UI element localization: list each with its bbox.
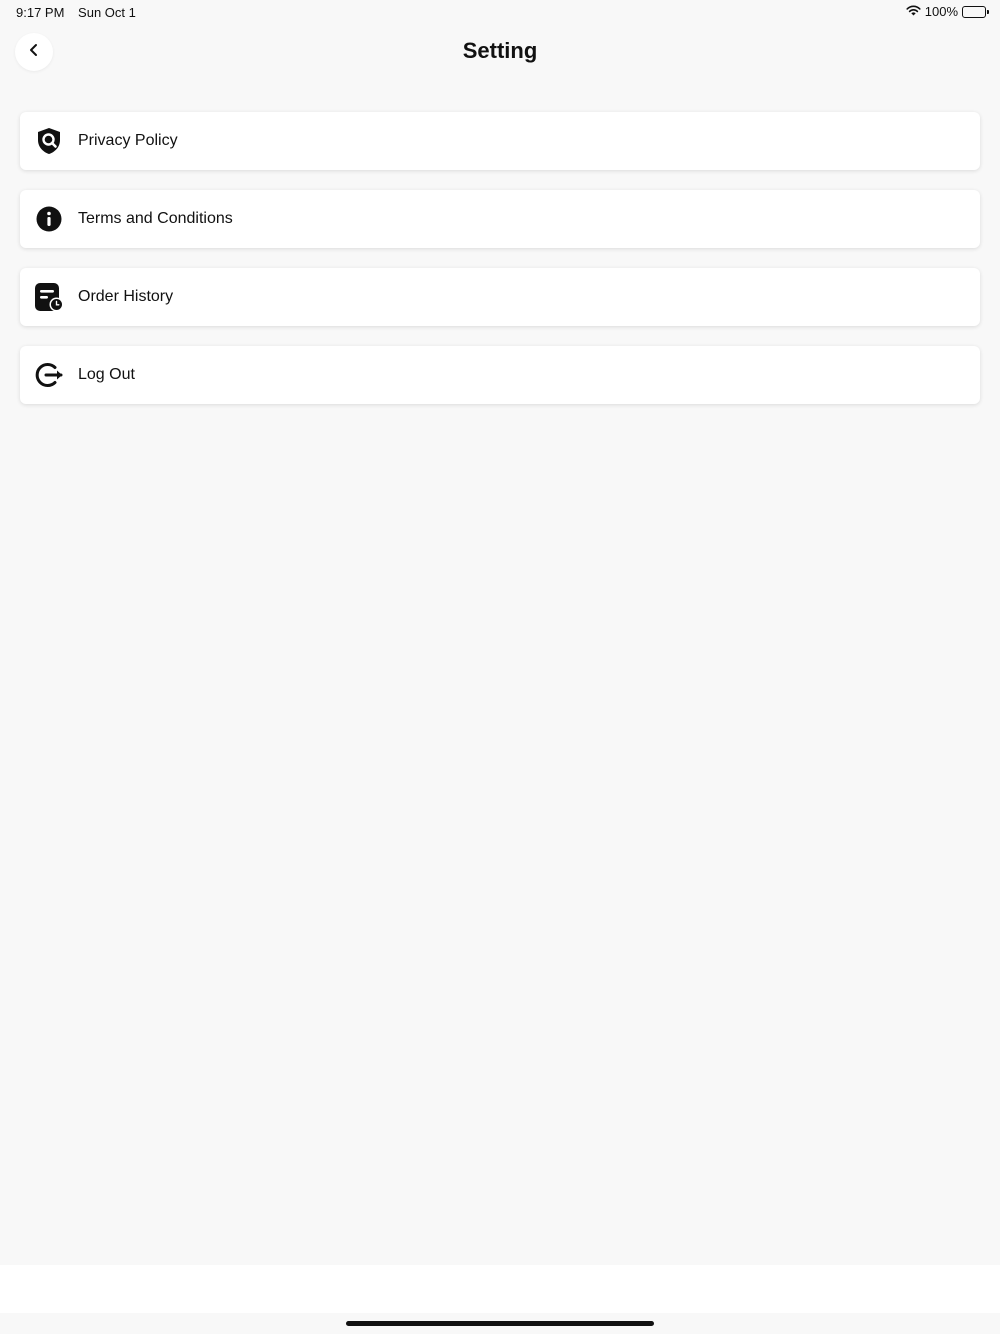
menu-item-log-out[interactable]: Log Out bbox=[20, 346, 980, 404]
settings-menu: Privacy Policy Terms and Conditions Orde… bbox=[20, 112, 980, 424]
status-left: 9:17 PM Sun Oct 1 bbox=[16, 5, 146, 20]
menu-item-label: Log Out bbox=[78, 366, 135, 383]
menu-item-label: Privacy Policy bbox=[78, 132, 178, 149]
order-history-icon bbox=[34, 282, 64, 312]
menu-item-label: Terms and Conditions bbox=[78, 210, 233, 227]
page-title: Setting bbox=[462, 38, 538, 63]
home-indicator[interactable] bbox=[346, 1321, 654, 1326]
info-icon bbox=[34, 204, 64, 234]
status-right: 100% bbox=[906, 4, 989, 19]
shield-search-icon bbox=[34, 126, 64, 156]
status-bar: 9:17 PM Sun Oct 1 100% bbox=[0, 0, 1000, 24]
menu-item-privacy-policy[interactable]: Privacy Policy bbox=[20, 112, 980, 170]
menu-item-terms-and-conditions[interactable]: Terms and Conditions bbox=[20, 190, 980, 248]
status-time: 9:17 PM bbox=[16, 5, 65, 20]
status-date: Sun Oct 1 bbox=[78, 5, 136, 20]
wifi-icon bbox=[906, 4, 921, 19]
logout-icon bbox=[34, 360, 64, 390]
menu-item-order-history[interactable]: Order History bbox=[20, 268, 980, 326]
battery-icon bbox=[962, 5, 989, 18]
battery-percent: 100% bbox=[924, 4, 958, 19]
bottom-safe-area bbox=[0, 1265, 1000, 1313]
menu-item-label: Order History bbox=[78, 288, 174, 305]
